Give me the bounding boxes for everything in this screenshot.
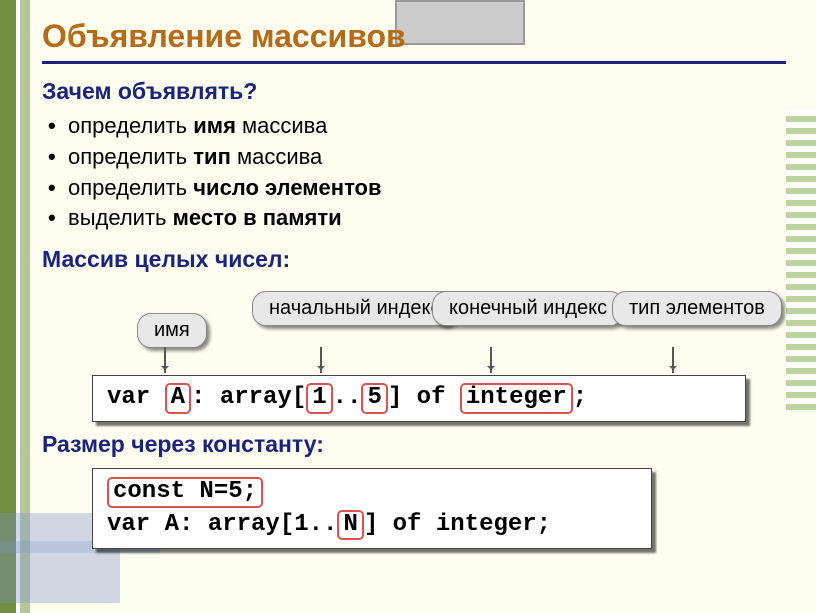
connector: [672, 347, 674, 373]
callout-name: имя: [137, 313, 207, 348]
title-rule: [42, 61, 786, 64]
code-start-index: 1: [306, 383, 332, 413]
code-declaration: var A: array[1..5] of integer;: [92, 375, 746, 421]
list-item: определить имя массива: [70, 111, 786, 142]
connector: [320, 347, 322, 373]
code-array-name: A: [165, 383, 191, 413]
deco-right-hatch: [786, 110, 816, 410]
why-list: определить имя массива определить тип ма…: [42, 111, 786, 234]
code-elem-type: integer: [460, 383, 573, 413]
code-end-index: 5: [361, 383, 387, 413]
callout-start-index: начальный индекс: [252, 291, 458, 326]
slide-title: Объявление массивов: [42, 18, 786, 55]
callout-end-index: конечный индекс: [432, 291, 624, 326]
slide: Объявление массивов Зачем объявлять? опр…: [42, 18, 786, 599]
connector: [164, 347, 166, 373]
declaration-diagram: имя начальный индекс конечный индекс тип…: [42, 291, 786, 421]
int-array-heading: Массив целых чисел:: [42, 246, 786, 273]
code-const-line: const N=5;: [107, 477, 263, 507]
code-const-n: N: [337, 510, 363, 540]
code-const-declaration: const N=5; var A: array[1..N] of integer…: [92, 468, 652, 549]
const-heading: Размер через константу:: [42, 431, 786, 458]
list-item: определить число элементов: [70, 173, 786, 204]
connector: [490, 347, 492, 373]
list-item: выделить место в памяти: [70, 203, 786, 234]
callout-elem-type: тип элементов: [612, 291, 782, 326]
why-heading: Зачем объявлять?: [42, 78, 786, 105]
list-item: определить тип массива: [70, 142, 786, 173]
